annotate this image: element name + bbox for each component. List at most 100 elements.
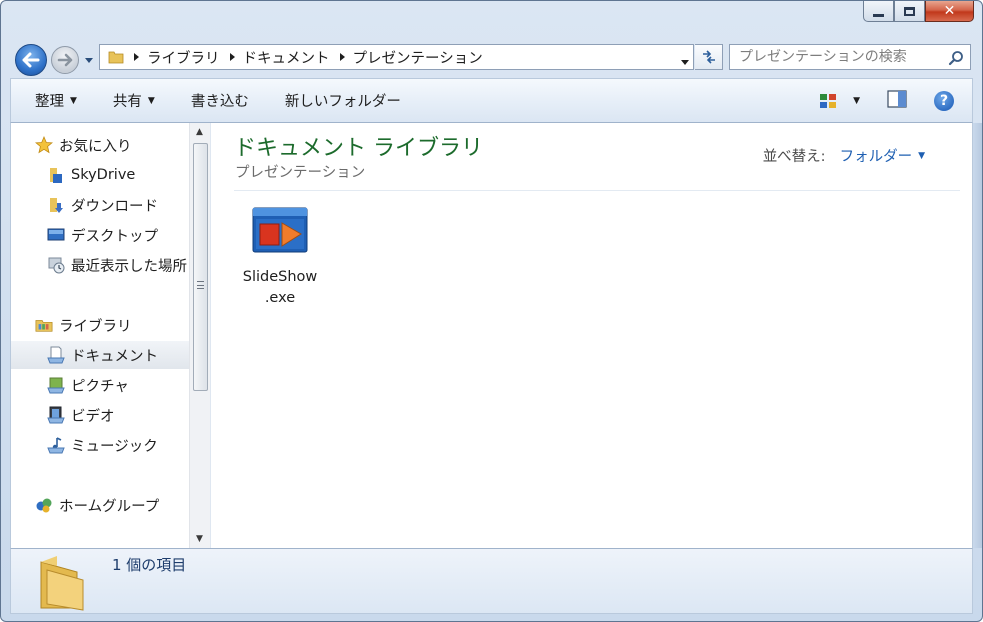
explorer-window: ✕ ライブラリ ドキュメント プレゼンテーション プレゼンテーションの検索 整理…	[0, 0, 983, 622]
arrange-by-dropdown[interactable]: フォルダー	[840, 145, 913, 166]
share-menu[interactable]: 共有 ▼	[113, 90, 155, 111]
item-count: 1 個の項目	[112, 556, 187, 574]
chevron-down-icon[interactable]: ▼	[918, 151, 925, 161]
refresh-icon	[702, 50, 715, 64]
documents-library-icon	[47, 346, 65, 364]
minimize-button[interactable]	[863, 1, 894, 22]
recent-places-icon	[47, 256, 65, 274]
breadcrumb-item-presentations[interactable]: プレゼンテーション	[353, 47, 483, 68]
chevron-down-icon: ▼	[147, 95, 155, 106]
search-box[interactable]	[729, 44, 971, 70]
new-folder-label: 新しいフォルダー	[284, 94, 401, 110]
nav-item-label: ピクチャ	[71, 378, 129, 395]
back-button[interactable]	[15, 44, 47, 76]
close-button[interactable]: ✕	[925, 1, 974, 22]
nav-homegroup[interactable]: ホームグループ	[11, 491, 189, 519]
file-item[interactable]: SlideShow .exe	[234, 205, 326, 309]
videos-library-icon	[47, 406, 65, 424]
nav-item-label: ビデオ	[71, 408, 115, 425]
nav-item-label: 最近表示した場所	[71, 258, 187, 275]
homegroup-icon	[35, 496, 53, 514]
nav-item-pictures[interactable]: ピクチャ	[11, 371, 189, 399]
burn-label: 書き込む	[190, 94, 249, 110]
nav-item-videos[interactable]: ビデオ	[11, 401, 189, 429]
recent-pages-dropdown[interactable]	[84, 55, 94, 65]
chevron-down-icon	[681, 60, 689, 65]
scroll-down-icon[interactable]: ▼	[196, 534, 203, 544]
nav-libraries-label: ライブラリ	[59, 318, 132, 335]
nav-item-desktop[interactable]: デスクトップ	[11, 221, 189, 249]
breadcrumb-separator-icon[interactable]	[229, 49, 235, 65]
minimize-icon	[873, 13, 884, 17]
breadcrumb-separator-icon[interactable]	[134, 49, 139, 65]
star-icon	[35, 136, 53, 154]
caption-buttons: ✕	[863, 1, 974, 23]
maximize-button[interactable]	[894, 1, 925, 22]
navigation-pane: お気に入り SkyDrive ダウンロード デスクトップ 最近表示した場所 ライ…	[11, 123, 211, 548]
pictures-library-icon	[47, 376, 65, 394]
burn-button[interactable]: 書き込む	[191, 90, 249, 111]
nav-item-label: ダウンロード	[71, 198, 158, 215]
nav-favorites-label: お気に入り	[59, 138, 132, 155]
arrange-by: 並べ替え: フォルダー ▼	[763, 145, 925, 166]
library-title: ドキュメント ライブラリ	[234, 136, 483, 161]
search-input[interactable]	[739, 49, 939, 65]
scrollbar-thumb[interactable]	[193, 143, 208, 391]
music-library-icon	[47, 436, 65, 454]
nav-homegroup-label: ホームグループ	[59, 498, 160, 515]
command-bar: 整理 ▼ 共有 ▼ 書き込む 新しいフォルダー ▼ ?	[10, 78, 973, 123]
breadcrumb-item-documents[interactable]: ドキュメント	[243, 47, 330, 68]
view-icon	[820, 93, 837, 108]
organize-menu[interactable]: 整理 ▼	[35, 90, 77, 111]
address-bar[interactable]: ライブラリ ドキュメント プレゼンテーション	[99, 44, 694, 70]
forward-button[interactable]	[51, 46, 79, 74]
breadcrumb-item-libraries[interactable]: ライブラリ	[147, 47, 220, 68]
nav-item-documents[interactable]: ドキュメント	[11, 341, 189, 369]
preview-pane-button[interactable]	[887, 89, 907, 112]
folder-icon	[108, 51, 124, 64]
nav-libraries[interactable]: ライブラリ	[11, 311, 189, 339]
arrow-left-icon	[22, 52, 40, 68]
nav-item-downloads[interactable]: ダウンロード	[11, 191, 189, 219]
address-history-dropdown[interactable]	[681, 53, 689, 69]
libraries-icon	[35, 316, 53, 334]
desktop-icon	[47, 226, 65, 244]
navigation-scrollbar[interactable]: ▲ ▼	[189, 123, 210, 548]
folder-icon	[40, 556, 84, 611]
nav-item-label: SkyDrive	[71, 167, 136, 183]
breadcrumb: ライブラリ ドキュメント プレゼンテーション	[124, 47, 483, 68]
help-icon: ?	[939, 92, 949, 109]
refresh-button[interactable]	[695, 44, 723, 70]
help-button[interactable]: ?	[934, 90, 954, 111]
chevron-down-icon: ▼	[70, 95, 77, 106]
scroll-up-icon[interactable]: ▲	[196, 127, 203, 137]
downloads-folder-icon	[47, 196, 65, 214]
content-scroll-track	[973, 123, 982, 548]
nav-item-label: ミュージック	[71, 438, 158, 455]
nav-favorites[interactable]: お気に入り	[11, 131, 189, 159]
arrange-by-label: 並べ替え:	[762, 149, 826, 165]
nav-item-skydrive[interactable]: SkyDrive	[11, 161, 189, 189]
folder-icon	[47, 166, 65, 184]
file-list-pane: ドキュメント ライブラリ プレゼンテーション 並べ替え: フォルダー ▼ Sli…	[212, 123, 972, 548]
file-name: SlideShow	[242, 269, 318, 285]
details-pane: 1 個の項目	[10, 548, 973, 614]
main-panes: お気に入り SkyDrive ダウンロード デスクトップ 最近表示した場所 ライ…	[10, 123, 973, 548]
chevron-down-icon	[85, 57, 93, 63]
library-subtitle: プレゼンテーション	[235, 165, 366, 181]
nav-item-recent-places[interactable]: 最近表示した場所	[11, 251, 189, 279]
nav-item-label: デスクトップ	[71, 228, 158, 245]
share-label: 共有	[112, 94, 142, 110]
slideshow-exe-icon	[252, 207, 308, 253]
maximize-icon	[904, 6, 915, 16]
chevron-down-icon[interactable]: ▼	[853, 96, 860, 106]
new-folder-button[interactable]: 新しいフォルダー	[285, 90, 401, 111]
change-view-button[interactable]: ▼	[819, 93, 860, 109]
nav-item-label: ドキュメント	[71, 348, 158, 365]
grip-icon	[197, 281, 204, 289]
breadcrumb-separator-icon[interactable]	[339, 49, 345, 65]
arrow-right-icon	[57, 53, 73, 67]
nav-item-music[interactable]: ミュージック	[11, 431, 189, 459]
file-extension: .exe	[264, 290, 296, 306]
search-icon[interactable]	[948, 50, 964, 66]
